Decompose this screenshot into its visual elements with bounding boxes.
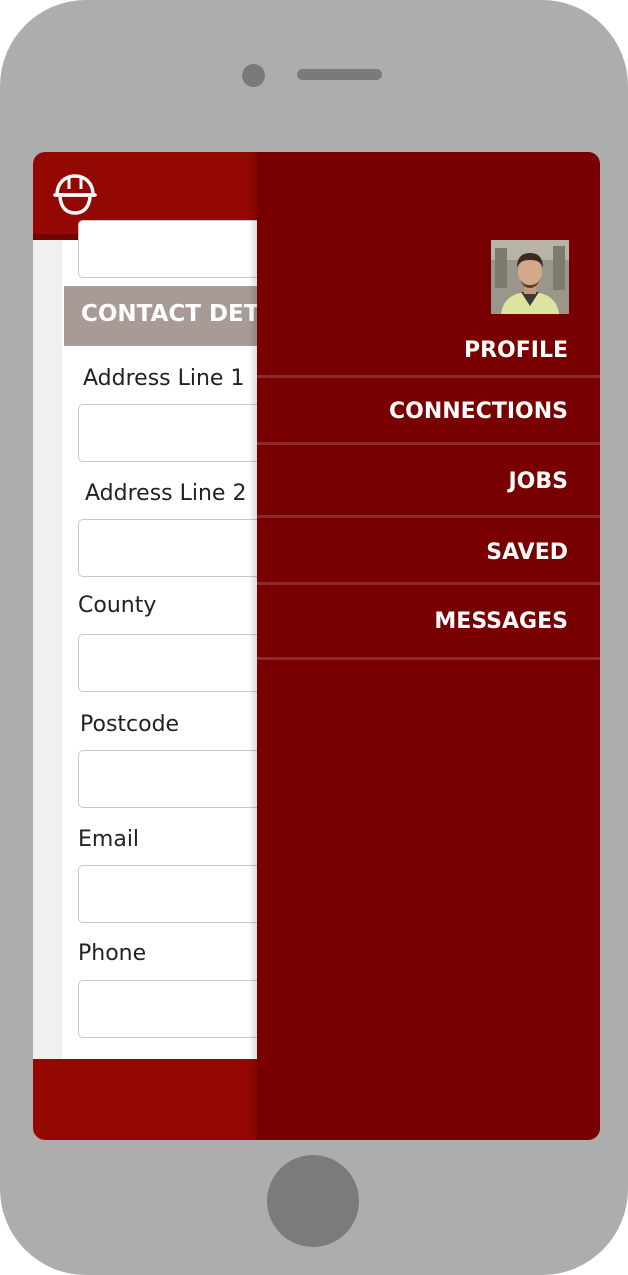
menu-divider — [257, 657, 600, 660]
menu-divider — [257, 442, 600, 445]
email-label: Email — [78, 827, 140, 852]
menu-divider — [257, 515, 600, 518]
camera-icon — [242, 64, 265, 87]
phone-label: Phone — [78, 941, 147, 966]
menu-item-saved[interactable]: SAVED — [257, 540, 600, 565]
screen: CONTACT DETA Address Line 1 Address Line… — [33, 152, 600, 1140]
menu-item-profile[interactable]: PROFILE — [257, 338, 600, 363]
navigation-drawer: PROFILE CONNECTIONS JOBS SAVED MESSAGES — [257, 152, 600, 1140]
menu-divider — [257, 375, 600, 378]
home-button[interactable] — [267, 1155, 359, 1247]
postcode-label: Postcode — [80, 712, 180, 737]
menu-item-jobs[interactable]: JOBS — [257, 469, 600, 494]
address-line-1-label: Address Line 1 — [83, 366, 245, 391]
avatar-photo — [491, 240, 569, 314]
county-label: County — [78, 593, 157, 618]
section-title: CONTACT DETA — [81, 301, 276, 327]
phone-frame: CONTACT DETA Address Line 1 Address Line… — [0, 0, 628, 1275]
address-line-2-label: Address Line 2 — [85, 481, 247, 506]
hard-hat-icon[interactable] — [51, 169, 99, 217]
menu-item-messages[interactable]: MESSAGES — [257, 609, 600, 634]
menu-item-connections[interactable]: CONNECTIONS — [257, 399, 600, 424]
speaker-grille — [297, 69, 382, 80]
menu-divider — [257, 582, 600, 585]
user-avatar[interactable] — [491, 240, 569, 314]
